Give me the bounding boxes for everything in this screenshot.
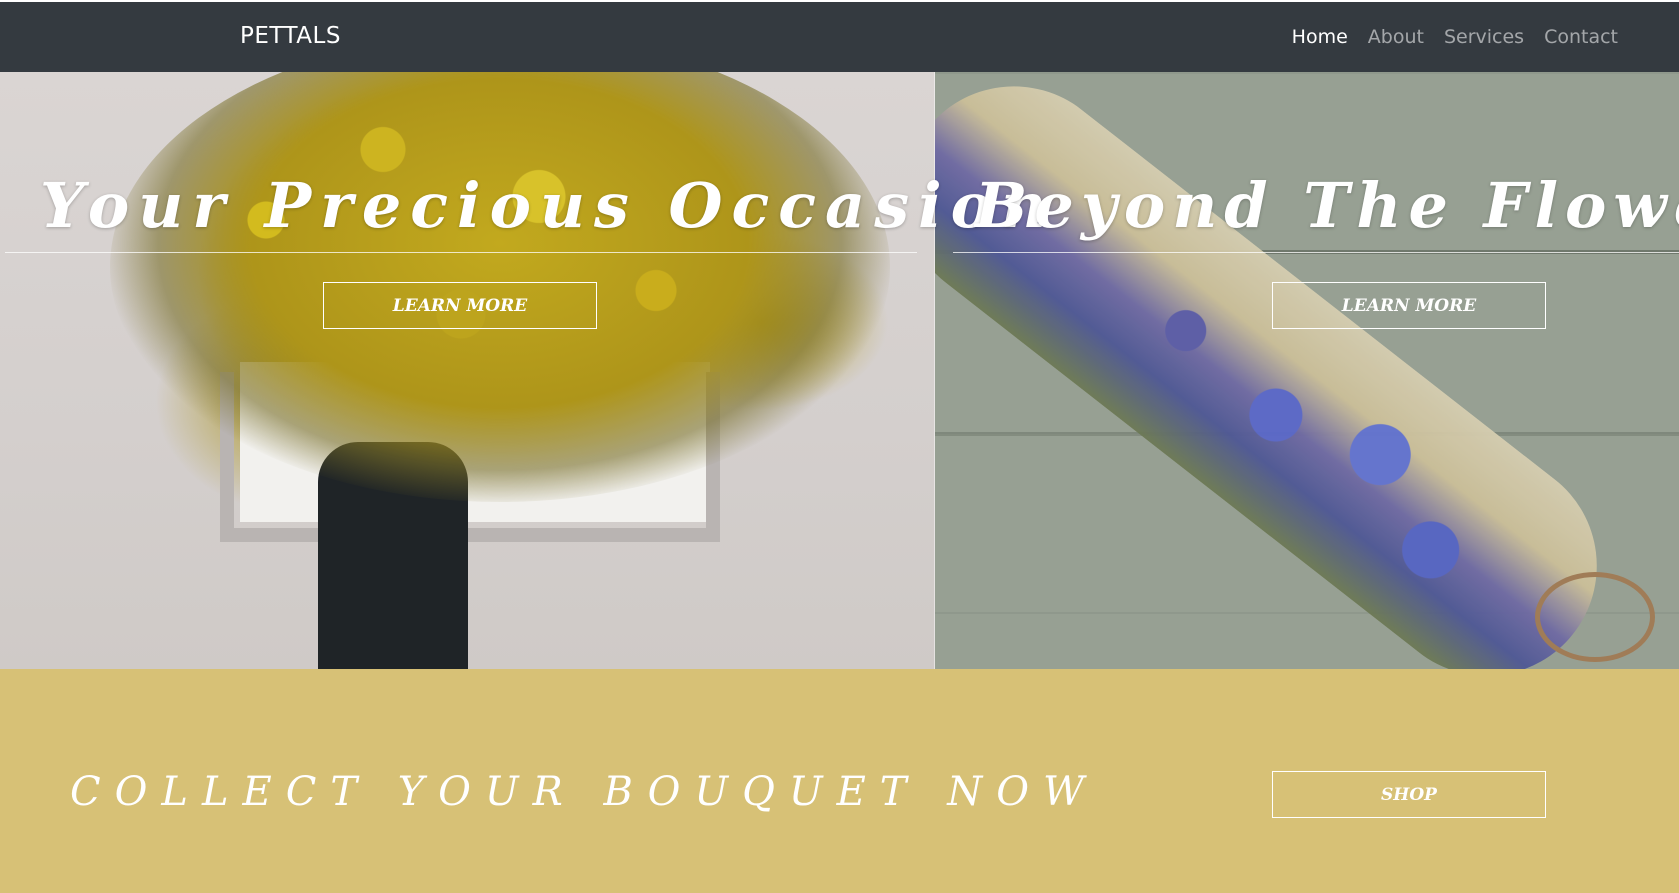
navbar: PETTALS Home About Services Contact [0, 0, 1679, 72]
lavender-bouquet-decor [935, 72, 1642, 669]
hero-rule-left [5, 252, 917, 253]
hero-image-lavender-bouquet [935, 72, 1679, 669]
hero-title-left: Your Precious Occasion [40, 169, 1056, 242]
hero-rule-right [953, 252, 1679, 253]
nav-link-services[interactable]: Services [1444, 26, 1524, 48]
hero-section: Your Precious Occasion LEARN MORE Beyond… [0, 72, 1679, 669]
nav-link-about[interactable]: About [1368, 26, 1424, 48]
nav-link-contact[interactable]: Contact [1544, 26, 1618, 48]
twine-decor [1535, 572, 1655, 662]
cta-banner: COLLECT YOUR BOUQUET NOW SHOP [0, 669, 1679, 893]
hero-image-yellow-flowers [0, 72, 935, 669]
shop-button[interactable]: SHOP [1272, 771, 1546, 818]
nav-link-home[interactable]: Home [1292, 26, 1348, 48]
hero-title-right: Beyond The Flowery [975, 169, 1679, 242]
learn-more-button-left[interactable]: LEARN MORE [323, 282, 597, 329]
brand-logo[interactable]: PETTALS [240, 23, 341, 49]
banner-heading: COLLECT YOUR BOUQUET NOW [70, 769, 1099, 815]
nav-links: Home About Services Contact [1292, 26, 1618, 48]
panel-divider [934, 72, 935, 669]
learn-more-button-right[interactable]: LEARN MORE [1272, 282, 1546, 329]
